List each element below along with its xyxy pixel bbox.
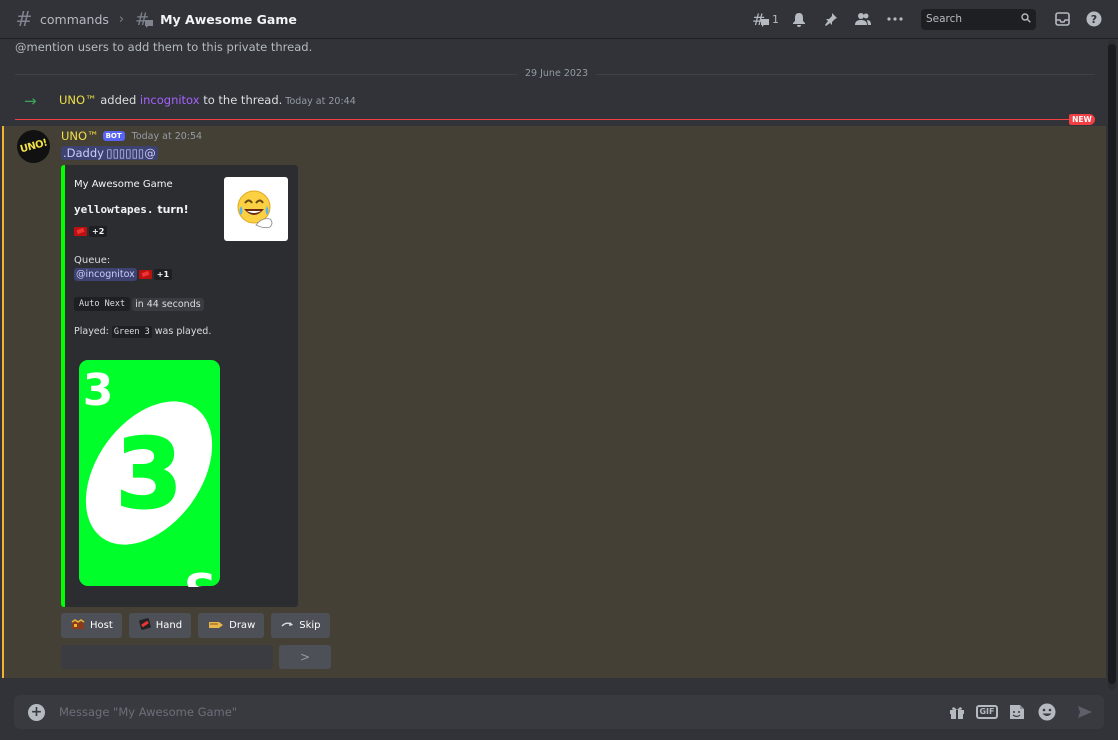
system-timestamp: Today at 20:44	[285, 96, 356, 107]
thread-title: My Awesome Game	[160, 11, 297, 27]
threads-button[interactable]: # 1	[752, 8, 779, 30]
skip-button[interactable]: Skip	[271, 613, 330, 638]
gif-icon[interactable]: GIF	[976, 702, 998, 722]
played-card: Green 3	[111, 326, 152, 338]
red-card-icon	[74, 227, 87, 236]
green-three-card-icon: 3 3 3	[79, 360, 220, 613]
chevron-right-icon: ›	[118, 11, 125, 27]
threads-count: 1	[772, 12, 779, 26]
uno-card-image[interactable]: 3 3 3	[78, 359, 221, 613]
auto-next-status: Auto Next in 44 seconds	[74, 297, 204, 311]
game-actions: Host Hand Draw Skip	[61, 613, 337, 638]
system-verb: added	[96, 93, 140, 107]
chevron-right-icon: >	[299, 650, 311, 664]
queue-count-badge: +1	[153, 269, 173, 280]
cards-icon	[138, 618, 151, 633]
draw-button[interactable]: Draw	[198, 613, 265, 638]
help-icon[interactable]: ?	[1082, 8, 1106, 30]
composer-placeholder: Message "My Awesome Game"	[59, 705, 238, 719]
pin-icon[interactable]	[819, 8, 843, 30]
message-composer[interactable]: + Message "My Awesome Game" GIF	[14, 695, 1104, 729]
game-embed: My Awesome Game yellowtapes. turn! +2 Qu…	[61, 165, 298, 613]
message-mention[interactable]: .Daddy ▯▯▯▯▯▯@	[61, 146, 158, 160]
bell-icon[interactable]	[787, 8, 811, 30]
svg-text:?: ?	[1091, 13, 1097, 26]
message-author[interactable]: UNO™	[61, 129, 99, 143]
played-status: Played: Green 3 was played.	[74, 326, 212, 338]
queue-mention[interactable]: @incognitox	[74, 268, 137, 281]
queue-label: Queue:	[74, 255, 111, 266]
draw-count-badge: +2	[89, 226, 108, 237]
message-timestamp: Today at 20:54	[131, 130, 203, 142]
hand-button[interactable]: Hand	[128, 613, 192, 638]
crown-icon	[71, 618, 85, 633]
draw-button-label: Draw	[229, 620, 256, 631]
play-card-button[interactable]: >	[279, 645, 331, 669]
played-prefix: Played:	[74, 326, 112, 337]
sticker-icon[interactable]	[1006, 702, 1028, 722]
thread-icon: #	[134, 9, 154, 30]
gif-label: GIF	[976, 705, 998, 719]
card-select-menu[interactable]	[61, 645, 273, 669]
embed-title-rest: turn!	[153, 203, 189, 216]
game-input-row: >	[61, 645, 331, 669]
svg-text:3: 3	[116, 418, 183, 530]
message-item: UNO! UNO™ BOT Today at 20:54 .Daddy ▯▯▯▯…	[2, 126, 1106, 678]
message-header: UNO™ BOT Today at 20:54	[61, 129, 202, 143]
svg-text:3: 3	[184, 562, 215, 587]
channel-name[interactable]: commands	[40, 12, 109, 27]
auto-next-label: Auto Next	[74, 297, 131, 311]
member-added-arrow-icon: →	[24, 92, 37, 110]
system-actor[interactable]: UNO™	[59, 93, 97, 107]
threads-icon: #	[752, 11, 769, 27]
host-button[interactable]: Host	[61, 613, 122, 638]
bot-tag: BOT	[102, 131, 125, 141]
draw-status: +2	[74, 226, 108, 237]
channel-header: # commands › # My Awesome Game # 1 Searc…	[0, 0, 1118, 39]
search-icon	[1021, 12, 1031, 26]
draw-icon	[208, 619, 224, 633]
embed-title-player: yellowtapes.	[74, 203, 154, 216]
attach-plus-icon[interactable]: +	[28, 703, 45, 721]
avatar-logo-text: UNO!	[18, 137, 49, 156]
thread-intro-text: @mention users to add them to this priva…	[15, 40, 313, 54]
emoji-icon[interactable]	[1036, 702, 1058, 722]
inbox-icon[interactable]	[1050, 8, 1074, 30]
host-button-label: Host	[90, 620, 113, 631]
embed-author: My Awesome Game	[74, 179, 173, 190]
new-messages-line	[15, 119, 1095, 120]
red-card-icon	[138, 270, 152, 279]
gift-icon[interactable]	[946, 702, 968, 722]
skip-arrow-icon	[281, 620, 294, 632]
search-placeholder: Search	[926, 13, 963, 25]
hand-button-label: Hand	[155, 620, 183, 631]
send-icon[interactable]	[1074, 702, 1096, 722]
auto-next-countdown: in 44 seconds	[132, 297, 204, 311]
svg-text:3: 3	[83, 365, 114, 416]
laughing-emoji-icon	[237, 190, 273, 229]
date-divider-label: 29 June 2023	[517, 68, 596, 79]
members-icon[interactable]	[851, 8, 875, 30]
new-messages-badge: NEW	[1069, 114, 1095, 125]
channel-hash-icon: #	[15, 7, 33, 31]
avatar[interactable]: UNO!	[17, 130, 50, 163]
more-options-icon[interactable]	[883, 8, 907, 30]
queue-entry: @incognitox +1	[74, 268, 173, 281]
embed-title: yellowtapes. turn!	[74, 203, 189, 216]
laughing-emoji-thumbnail[interactable]	[224, 177, 288, 241]
search-input[interactable]: Search	[921, 8, 1036, 30]
scrollbar-thumb[interactable]	[1108, 44, 1116, 684]
system-target[interactable]: incognitox	[140, 93, 200, 107]
played-suffix: was played.	[151, 326, 212, 337]
system-rest: to the thread.	[199, 93, 283, 107]
skip-button-label: Skip	[299, 620, 321, 631]
